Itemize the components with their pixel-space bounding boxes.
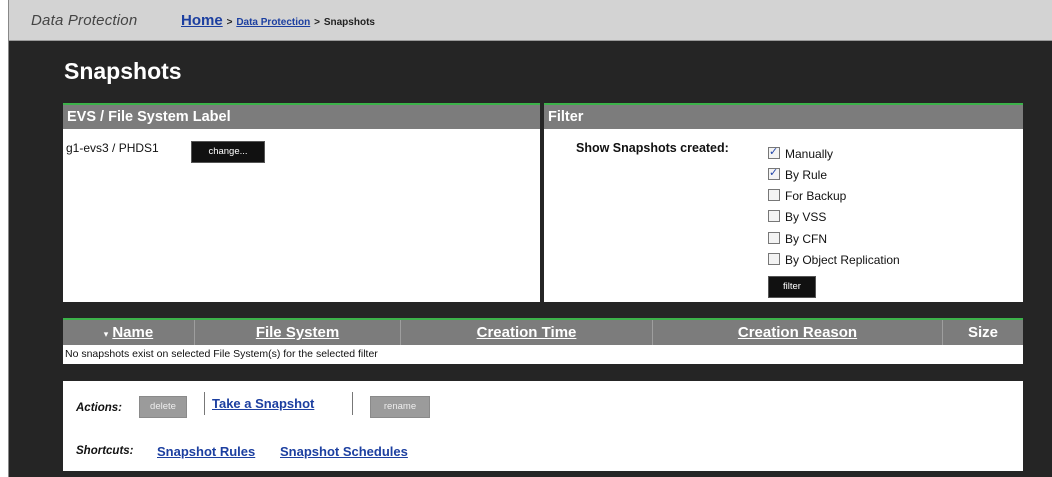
- column-header-size: Size: [967, 324, 998, 341]
- checkbox-manually[interactable]: [768, 144, 780, 160]
- sort-by-creation-reason-link[interactable]: Creation Reason: [738, 324, 857, 341]
- filter-option-by-cfn[interactable]: By CFN: [768, 231, 827, 247]
- checkbox-by-vss[interactable]: [768, 210, 780, 222]
- rename-button[interactable]: rename: [370, 396, 430, 418]
- filter-option-by-vss[interactable]: By VSS: [768, 209, 826, 225]
- sort-by-creation-time-link[interactable]: Creation Time: [477, 324, 577, 341]
- filter-option-label: Manually: [785, 147, 834, 161]
- column-header-creation-time[interactable]: Creation Time: [401, 320, 653, 345]
- app-frame: Data Protection Home > Data Protection >…: [8, 0, 1052, 477]
- shortcuts-label: Shortcuts:: [76, 445, 134, 457]
- snapshot-rules-link[interactable]: Snapshot Rules: [157, 444, 255, 459]
- change-button[interactable]: change...: [191, 141, 265, 163]
- sort-down-icon: ▾: [103, 329, 109, 339]
- empty-table-message: No snapshots exist on selected File Syst…: [65, 348, 378, 360]
- snapshot-schedules-link[interactable]: Snapshot Schedules: [280, 444, 408, 459]
- filter-option-for-backup[interactable]: For Backup: [768, 188, 846, 204]
- breadcrumb-home-link[interactable]: Home: [181, 12, 223, 29]
- divider: [204, 392, 205, 415]
- column-header-file-system[interactable]: File System: [195, 320, 401, 345]
- checkbox-by-cfn[interactable]: [768, 232, 780, 244]
- filter-panel: Filter Show Snapshots created: Manually …: [544, 103, 1023, 302]
- table-header: ▾ Name File System Creation Time Creation…: [63, 320, 1023, 345]
- top-bar: Data Protection Home > Data Protection >…: [9, 0, 1052, 41]
- column-header-name[interactable]: ▾ Name: [63, 320, 195, 345]
- evs-panel-title: EVS / File System Label: [63, 105, 540, 129]
- filter-option-label: By VSS: [785, 210, 827, 224]
- evs-panel: EVS / File System Label g1-evs3 / PHDS1 …: [63, 103, 540, 302]
- filter-option-manually[interactable]: Manually: [768, 144, 834, 162]
- delete-button[interactable]: delete: [139, 396, 187, 418]
- filter-option-by-rule[interactable]: By Rule: [768, 165, 828, 183]
- filter-button[interactable]: filter: [768, 276, 816, 298]
- section-name: Data Protection: [31, 12, 138, 29]
- breadcrumb-separator: >: [226, 17, 233, 28]
- breadcrumb-data-protection-link[interactable]: Data Protection: [236, 17, 310, 28]
- take-snapshot-link[interactable]: Take a Snapshot: [212, 396, 314, 411]
- breadcrumb: Home > Data Protection > Snapshots: [181, 12, 375, 29]
- filter-option-label: By Object Replication: [785, 253, 900, 267]
- filter-panel-title: Filter: [544, 105, 1023, 129]
- filter-option-label: By Rule: [785, 168, 828, 182]
- filter-option-label: For Backup: [785, 189, 847, 203]
- filter-option-by-object-replication[interactable]: By Object Replication: [768, 252, 900, 268]
- actions-label: Actions:: [76, 402, 122, 414]
- checkbox-for-backup[interactable]: [768, 189, 780, 201]
- evs-file-system-value: g1-evs3 / PHDS1: [66, 141, 159, 155]
- filter-option-label: By CFN: [785, 232, 827, 246]
- checkbox-by-object-replication[interactable]: [768, 253, 780, 265]
- page-title: Snapshots: [64, 58, 182, 84]
- actions-panel: Actions: delete Take a Snapshot rename S…: [63, 381, 1023, 471]
- sort-by-name-link[interactable]: Name: [112, 324, 153, 341]
- breadcrumb-current: Snapshots: [323, 17, 375, 28]
- checkbox-by-rule[interactable]: [768, 165, 780, 181]
- sort-by-file-system-link[interactable]: File System: [256, 324, 339, 341]
- divider: [352, 392, 353, 415]
- filter-label: Show Snapshots created:: [576, 141, 729, 155]
- breadcrumb-separator: >: [314, 17, 320, 28]
- snapshots-table: ▾ Name File System Creation Time Creation…: [63, 318, 1023, 364]
- column-header-creation-reason[interactable]: Creation Reason: [653, 320, 943, 345]
